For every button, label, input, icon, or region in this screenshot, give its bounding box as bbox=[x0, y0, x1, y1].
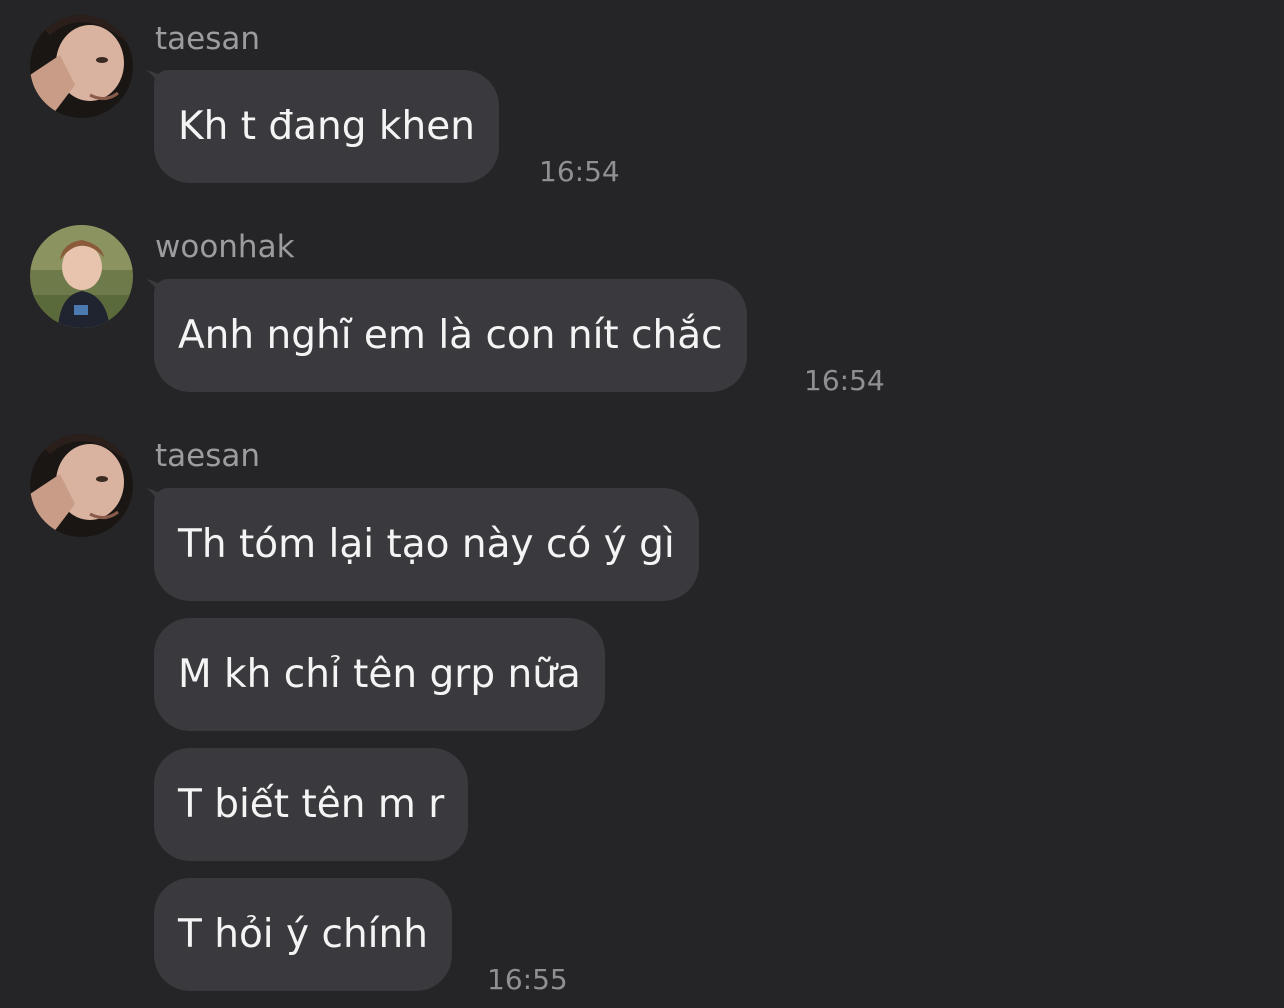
message-text: Anh nghĩ em là con nít chắc bbox=[178, 313, 723, 358]
message-bubble[interactable]: T hỏi ý chính bbox=[154, 878, 452, 991]
message-bubble[interactable]: M kh chỉ tên grp nữa bbox=[154, 618, 605, 731]
message-text: Kh t đang khen bbox=[178, 104, 475, 149]
message-bubble[interactable]: T biết tên m r bbox=[154, 748, 469, 861]
sender-name: woonhak bbox=[155, 229, 295, 265]
message-bubble[interactable]: Th tóm lại tạo này có ý gì bbox=[154, 488, 699, 601]
message-text: T hỏi ý chính bbox=[178, 912, 428, 957]
message-bubble[interactable]: Kh t đang khen bbox=[154, 70, 499, 183]
sender-name: taesan bbox=[155, 438, 261, 474]
sender-name: taesan bbox=[155, 21, 261, 57]
message-bubble[interactable]: Anh nghĩ em là con nít chắc bbox=[154, 279, 747, 392]
chat-thread: taesan Kh t đang khen 16:54 woonhak Anh … bbox=[0, 0, 1284, 1008]
message-timestamp: 16:54 bbox=[804, 364, 885, 397]
message-text: T biết tên m r bbox=[178, 782, 445, 827]
avatar[interactable] bbox=[30, 225, 133, 328]
profile-photo-icon bbox=[30, 434, 133, 537]
message-text: Th tóm lại tạo này có ý gì bbox=[178, 522, 675, 567]
profile-photo-icon bbox=[30, 15, 133, 118]
avatar[interactable] bbox=[30, 15, 133, 118]
profile-photo-icon bbox=[30, 225, 133, 328]
avatar[interactable] bbox=[30, 434, 133, 537]
message-timestamp: 16:55 bbox=[487, 963, 568, 996]
message-text: M kh chỉ tên grp nữa bbox=[178, 652, 581, 697]
message-timestamp: 16:54 bbox=[539, 155, 620, 188]
